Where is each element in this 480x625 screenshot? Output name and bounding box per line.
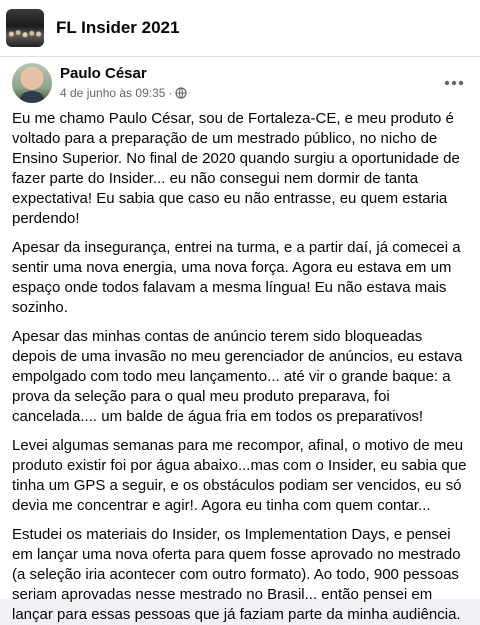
post-paragraph: Estudei os materiais do Insider, os Impl…	[12, 526, 461, 623]
post-card: Paulo César 4 de junho às 09:35 · Eu me …	[0, 57, 480, 623]
post-paragraph: Apesar da insegurança, entrei na turma, …	[12, 239, 461, 316]
author-name[interactable]: Paulo César	[60, 65, 147, 82]
post-paragraph: Eu me chamo Paulo César, sou de Fortalez…	[12, 110, 460, 227]
post-header: Paulo César 4 de junho às 09:35 ·	[0, 57, 480, 109]
group-title[interactable]: FL Insider 2021	[56, 18, 179, 38]
post-meta: 4 de junho às 09:35 ·	[60, 86, 188, 100]
post-body: Eu me chamo Paulo César, sou de Fortalez…	[0, 109, 480, 625]
post-paragraph: Levei algumas semanas para me recompor, …	[12, 437, 467, 514]
post-paragraph: Apesar das minhas contas de anúncio tere…	[12, 328, 463, 425]
author-avatar[interactable]	[12, 63, 52, 103]
meta-separator: ·	[168, 86, 173, 100]
globe-icon[interactable]	[175, 87, 188, 99]
more-options-icon[interactable]	[438, 67, 470, 99]
group-cover-thumbnail[interactable]	[6, 9, 44, 47]
group-header: FL Insider 2021	[0, 0, 480, 57]
post-timestamp[interactable]: 4 de junho às 09:35	[60, 86, 165, 100]
